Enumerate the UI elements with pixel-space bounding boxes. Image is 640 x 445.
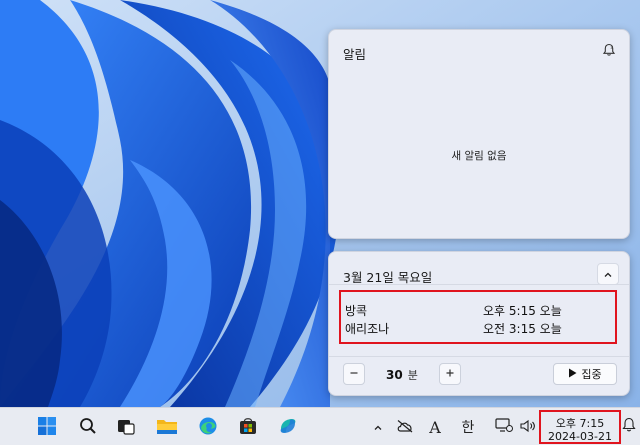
plus-icon (445, 366, 455, 382)
task-view-button[interactable] (114, 416, 138, 440)
volume-button[interactable] (518, 417, 538, 437)
speaker-icon (519, 418, 537, 437)
clock-time: 오후 5:15 오늘 (483, 304, 562, 318)
focus-minutes-unit: 분 (407, 369, 418, 382)
ime-mode-indicator[interactable]: A (425, 417, 445, 437)
onedrive-status-button[interactable] (395, 417, 415, 437)
file-explorer-button[interactable] (155, 416, 179, 440)
chevron-up-icon (603, 265, 613, 284)
task-view-icon (116, 416, 136, 440)
start-focus-button[interactable]: 집중 (553, 363, 617, 385)
notifications-title: 알림 (343, 47, 367, 62)
file-explorer-icon (156, 416, 178, 440)
cloud-offline-icon (396, 418, 414, 437)
minus-icon (349, 366, 359, 382)
clock-time: 오전 3:15 오늘 (483, 322, 562, 336)
taskbar-clock[interactable]: 오후 7:15 2024-03-21 (539, 410, 621, 444)
focus-session-bar: 30 분 집중 (329, 361, 629, 391)
network-button[interactable] (494, 417, 514, 437)
taskbar-date: 2024-03-21 (548, 430, 612, 443)
edge-icon (198, 416, 218, 440)
language-indicator[interactable]: 한 (457, 417, 479, 437)
world-clock-row: 애리조나 오전 3:15 오늘 (345, 320, 609, 338)
bell-snooze-icon: z (602, 42, 616, 61)
notification-center: 알림 z 새 알림 없음 (328, 29, 630, 239)
start-icon (37, 416, 57, 440)
divider (329, 356, 629, 357)
copilot-button[interactable] (276, 416, 300, 440)
world-clocks-highlight: 방콕 오후 5:15 오늘 애리조나 오전 3:15 오늘 (339, 290, 617, 344)
decrease-minutes-button[interactable] (343, 363, 365, 385)
show-hidden-icons-button[interactable] (370, 417, 386, 437)
collapse-calendar-button[interactable] (597, 263, 619, 285)
chevron-up-icon (373, 418, 383, 437)
notifications-button[interactable] (620, 417, 638, 437)
do-not-disturb-button[interactable]: z (599, 41, 619, 61)
network-icon (495, 417, 513, 437)
calendar-panel: 3월 21일 목요일 방콕 오후 5:15 오늘 애리조나 오전 3:15 오늘… (328, 251, 630, 396)
no-notifications-text: 새 알림 없음 (451, 150, 507, 162)
store-button[interactable] (236, 416, 260, 440)
focus-minutes: 30 분 (386, 367, 418, 383)
search-button[interactable] (76, 416, 100, 440)
taskbar-time: 오후 7:15 (555, 417, 605, 430)
start-focus-label: 집중 (581, 368, 602, 381)
increase-minutes-button[interactable] (439, 363, 461, 385)
world-clock-row: 방콕 오후 5:15 오늘 (345, 302, 609, 320)
start-button[interactable] (35, 416, 59, 440)
focus-minutes-value: 30 (386, 368, 403, 382)
divider (329, 284, 629, 285)
bell-icon (622, 417, 636, 437)
play-icon (568, 368, 577, 381)
clock-city: 애리조나 (345, 322, 390, 336)
clock-city: 방콕 (345, 304, 368, 318)
search-icon (78, 416, 98, 440)
store-icon (238, 416, 258, 440)
edge-button[interactable] (196, 416, 220, 440)
copilot-icon (278, 416, 298, 440)
taskbar: A 한 오후 7:15 2024-03-21 (0, 407, 640, 445)
